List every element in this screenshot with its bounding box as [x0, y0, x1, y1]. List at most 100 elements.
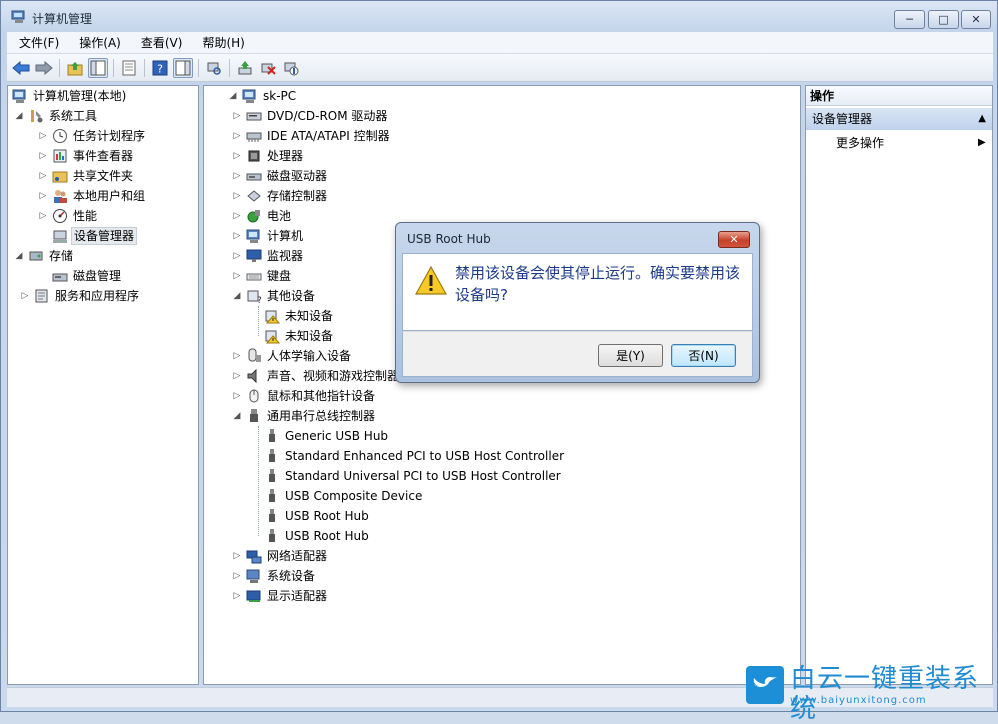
expand-arrow-icon[interactable]: ▷	[38, 171, 48, 181]
expand-arrow-icon[interactable]: ▷	[232, 191, 242, 201]
tree-label: 任务计划程序	[73, 129, 146, 143]
device-category-6[interactable]: ▷ 计算机	[232, 226, 305, 246]
expand-arrow-icon[interactable]: ▷	[232, 231, 242, 241]
expand-arrow-icon[interactable]: ▷	[38, 211, 48, 221]
collapse-arrow-icon[interactable]: ◢	[14, 251, 24, 261]
device-item[interactable]: Generic USB Hub	[264, 426, 390, 446]
uninstall-device-icon[interactable]	[258, 58, 278, 78]
dialog-close-button[interactable]: ✕	[718, 231, 750, 248]
collapse-arrow-icon[interactable]: ◢	[232, 291, 242, 301]
collapse-arrow-icon[interactable]: ◢	[228, 91, 238, 101]
device-category-3[interactable]: ▷ 磁盘驱动器	[232, 166, 329, 186]
tree-node-local-users-groups[interactable]: ▷ 本地用户和组	[38, 186, 147, 206]
menu-view[interactable]: 查看(V)	[129, 33, 191, 53]
help-icon[interactable]: ?	[150, 58, 170, 78]
device-category-16[interactable]: ▷ 显示适配器	[232, 586, 329, 606]
no-button[interactable]: 否(N)	[671, 344, 736, 367]
expand-arrow-icon[interactable]: ▷	[38, 191, 48, 201]
tree-label: 计算机管理(本地)	[33, 89, 127, 103]
expand-arrow-icon[interactable]: ▷	[232, 251, 242, 261]
device-category-4[interactable]: ▷ 存储控制器	[232, 186, 329, 206]
tree-node-performance[interactable]: ▷ 性能	[38, 206, 99, 226]
svg-text:?: ?	[257, 296, 262, 304]
expand-arrow-icon[interactable]: ▷	[38, 131, 48, 141]
keyboard-icon	[246, 268, 262, 284]
watermark-text: 白云一键重装系统	[790, 664, 980, 724]
expand-arrow-icon[interactable]: ▷	[232, 211, 242, 221]
tree-node-device-manager[interactable]: 设备管理器	[52, 226, 138, 246]
device-item[interactable]: USB Composite Device	[264, 486, 424, 506]
tree-connector-line	[258, 306, 259, 336]
disable-device-icon[interactable]	[281, 58, 301, 78]
tree-node-system-tools[interactable]: ◢ 系统工具	[14, 106, 99, 126]
expand-arrow-icon[interactable]: ▷	[38, 151, 48, 161]
expand-arrow-icon[interactable]: ▷	[232, 271, 242, 281]
expand-arrow-icon[interactable]: ▷	[232, 551, 242, 561]
back-arrow-icon[interactable]	[11, 58, 31, 78]
device-category-10[interactable]: ▷ 人体学输入设备	[232, 346, 353, 366]
device-category-label: 人体学输入设备	[267, 349, 352, 363]
tree-node-event-viewer[interactable]: ▷ 事件查看器	[38, 146, 135, 166]
device-item[interactable]: 未知设备	[264, 326, 335, 346]
tree-node-task-scheduler[interactable]: ▷ 任务计划程序	[38, 126, 147, 146]
up-folder-icon[interactable]	[65, 58, 85, 78]
expand-arrow-icon[interactable]: ▷	[232, 171, 242, 181]
device-item[interactable]: 未知设备	[264, 306, 335, 326]
scan-hardware-icon[interactable]	[204, 58, 224, 78]
expand-arrow-icon[interactable]: ▷	[232, 151, 242, 161]
expand-arrow-icon[interactable]: ▷	[232, 571, 242, 581]
expand-arrow-icon[interactable]: ▷	[232, 391, 242, 401]
minimize-button[interactable]: ─	[894, 10, 925, 29]
device-category-label: 监视器	[267, 249, 304, 263]
tree-node-disk-management[interactable]: 磁盘管理	[52, 266, 123, 286]
show-hide-console-tree-icon[interactable]	[88, 58, 108, 78]
expand-arrow-icon[interactable]: ▷	[232, 591, 242, 601]
actions-section-device-manager[interactable]: 设备管理器 ▲	[806, 108, 992, 130]
yes-button[interactable]: 是(Y)	[598, 344, 663, 367]
tree-node-computer-management[interactable]: 计算机管理(本地)	[12, 86, 128, 106]
device-category-15[interactable]: ▷ 系统设备	[232, 566, 317, 586]
menu-action[interactable]: 操作(A)	[67, 33, 129, 53]
tree-label: 性能	[73, 209, 98, 223]
device-category-9[interactable]: ◢? 其他设备	[232, 286, 317, 306]
device-item[interactable]: Standard Enhanced PCI to USB Host Contro…	[264, 446, 566, 466]
expand-arrow-icon[interactable]: ▷	[232, 371, 242, 381]
maximize-button[interactable]: □	[928, 10, 959, 29]
device-category-0[interactable]: ▷ DVD/CD-ROM 驱动器	[232, 106, 389, 126]
expand-arrow-icon[interactable]: ▷	[232, 131, 242, 141]
shared-folder-icon	[52, 168, 68, 184]
device-item[interactable]: USB Root Hub	[264, 526, 371, 546]
menu-file[interactable]: 文件(F)	[7, 33, 67, 53]
show-hide-action-pane-icon[interactable]	[173, 58, 193, 78]
device-category-8[interactable]: ▷ 键盘	[232, 266, 293, 286]
collapse-triangle-icon[interactable]: ▲	[978, 108, 986, 130]
device-tree-root[interactable]: ◢ sk-PC	[228, 86, 298, 106]
device-category-2[interactable]: ▷ 处理器	[232, 146, 305, 166]
update-driver-icon[interactable]	[235, 58, 255, 78]
device-category-12[interactable]: ▷ 鼠标和其他指针设备	[232, 386, 377, 406]
expand-arrow-icon[interactable]: ▷	[232, 111, 242, 121]
collapse-arrow-icon[interactable]: ◢	[14, 111, 24, 121]
device-category-7[interactable]: ▷ 监视器	[232, 246, 305, 266]
expand-arrow-icon[interactable]: ▷	[232, 351, 242, 361]
tree-node-services-applications[interactable]: ▷ 服务和应用程序	[20, 286, 141, 306]
actions-header: 操作	[806, 86, 992, 106]
forward-arrow-icon[interactable]	[34, 58, 54, 78]
device-item[interactable]: USB Root Hub	[264, 506, 371, 526]
device-category-5[interactable]: ▷ 电池	[232, 206, 293, 226]
device-item[interactable]: Standard Universal PCI to USB Host Contr…	[264, 466, 563, 486]
collapse-arrow-icon[interactable]: ◢	[232, 411, 242, 421]
device-category-13[interactable]: ◢ 通用串行总线控制器	[232, 406, 377, 426]
expand-arrow-icon[interactable]: ▷	[20, 291, 30, 301]
close-button[interactable]: ✕	[961, 10, 991, 29]
menu-help[interactable]: 帮助(H)	[190, 33, 252, 53]
bird-logo-icon	[746, 666, 784, 704]
tree-node-shared-folders[interactable]: ▷ 共享文件夹	[38, 166, 135, 186]
more-actions-item[interactable]: 更多操作	[836, 134, 884, 152]
export-list-icon[interactable]	[119, 58, 139, 78]
tree-node-storage[interactable]: ◢ 存储	[14, 246, 75, 266]
device-category-1[interactable]: ▷ IDE ATA/ATAPI 控制器	[232, 126, 392, 146]
computer-icon	[246, 228, 262, 244]
device-category-14[interactable]: ▷ 网络适配器	[232, 546, 329, 566]
device-category-11[interactable]: ▷ 声音、视频和游戏控制器	[232, 366, 401, 386]
